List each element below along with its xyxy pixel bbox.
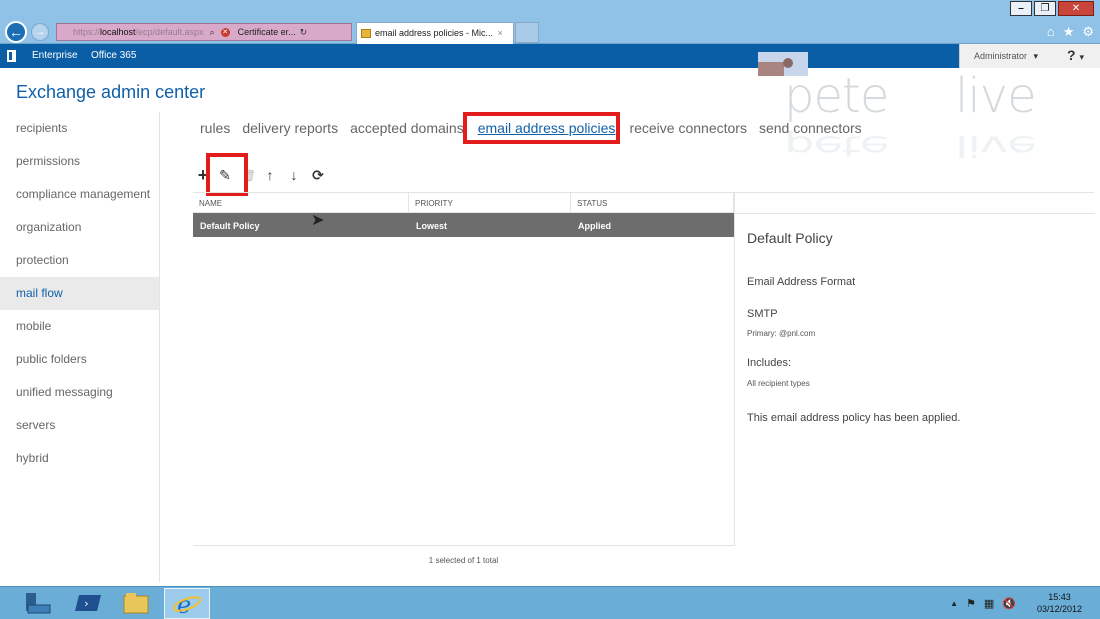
windows-taskbar: › e ▲ ⚑ ▦ 🔇 15:43 03/12/2012 [0, 586, 1100, 619]
tab-receive-connectors[interactable]: receive connectors [629, 120, 747, 136]
tab-send-connectors[interactable]: send connectors [759, 120, 862, 136]
selection-count: 1 selected of 1 total [428, 556, 499, 565]
close-window-button[interactable]: ✕ [1058, 1, 1094, 16]
table-row[interactable]: Default Policy Lowest Applied [193, 213, 734, 237]
policies-table: NAME PRIORITY STATUS Default Policy Lowe… [193, 192, 734, 237]
details-pane: Default Policy Email Address Format SMTP… [734, 192, 1095, 546]
show-hidden-icons-icon[interactable]: ▲ [950, 597, 958, 610]
table-footer-divider [193, 545, 734, 546]
refresh-page-icon[interactable]: ↻ [300, 27, 308, 38]
mouse-cursor-icon: ➤ [311, 212, 325, 229]
email-format-label: Email Address Format [747, 276, 856, 288]
brand-word-pete: pete [784, 68, 889, 124]
nav-item-recipients[interactable]: recipients [0, 112, 159, 145]
brand-logo-dot [783, 58, 793, 68]
favorites-star-icon[interactable]: ★ [1063, 24, 1075, 40]
enterprise-link[interactable]: Enterprise [32, 50, 78, 61]
clock-time: 15:43 [1048, 592, 1071, 602]
column-header-name[interactable]: NAME [193, 193, 409, 212]
nav-item-mail-flow[interactable]: mail flow [0, 277, 159, 310]
clock-date: 03/12/2012 [1036, 604, 1082, 614]
column-header-status[interactable]: STATUS [571, 193, 734, 212]
policy-status-text: This email address policy has been appli… [747, 412, 961, 424]
cell-priority: Lowest [416, 221, 448, 231]
address-bar[interactable]: https://localhost/ecp/default.aspx ⌕ ✕ C… [56, 23, 352, 41]
chevron-down-icon: ▾ [1079, 52, 1084, 62]
tab-close-icon[interactable]: × [498, 28, 503, 38]
back-button[interactable]: ← [5, 21, 27, 43]
address-path: /ecp/default.aspx [135, 27, 204, 37]
nav-item-protection[interactable]: protection [0, 244, 159, 277]
cell-name: Default Policy [200, 221, 260, 231]
help-button[interactable]: ? ▾ [1067, 47, 1084, 63]
settings-gear-icon[interactable]: ⚙ [1082, 24, 1094, 40]
page-title: Exchange admin center [16, 82, 206, 102]
restore-button[interactable]: ❐ [1034, 1, 1056, 16]
action-center-flag-icon[interactable]: ⚑ [966, 597, 976, 610]
table-header: NAME PRIORITY STATUS [193, 192, 734, 213]
address-host: localhost [100, 27, 136, 37]
nav-item-organization[interactable]: organization [0, 211, 159, 244]
file-explorer-icon[interactable] [122, 591, 150, 615]
certificate-error-label[interactable]: Certificate er... [238, 27, 296, 37]
admin-name[interactable]: Administrator ▾ [974, 51, 1038, 62]
column-header-priority[interactable]: PRIORITY [409, 193, 571, 212]
tab-title: email address policies - Mic... [375, 28, 494, 38]
volume-muted-icon[interactable]: 🔇 [1002, 597, 1016, 610]
tab-delivery-reports[interactable]: delivery reports [242, 120, 338, 136]
browser-icons: ⌂ ★ ⚙ [1047, 24, 1094, 40]
move-up-arrow-icon[interactable]: ↑ [258, 167, 282, 183]
brand-logo-bar [758, 62, 784, 76]
office-header-bar: Enterprise Office 365 Administrator ▾ ? … [0, 44, 1100, 68]
minimize-button[interactable]: – [1010, 1, 1032, 16]
left-nav: recipients permissions compliance manage… [0, 112, 160, 582]
server-manager-icon[interactable] [24, 591, 52, 615]
tab-rules[interactable]: rules [200, 120, 230, 136]
refresh-icon[interactable]: ⟳ [306, 167, 330, 184]
details-title: Default Policy [747, 230, 833, 246]
nav-item-hybrid[interactable]: hybrid [0, 442, 159, 475]
home-icon[interactable]: ⌂ [1047, 24, 1055, 40]
new-tab-button[interactable] [515, 22, 539, 43]
network-icon[interactable]: ▦ [984, 597, 994, 610]
admin-menu[interactable]: Administrator ▾ ? ▾ [959, 44, 1100, 68]
highlight-box-edit [206, 153, 248, 196]
svg-text:›: › [83, 597, 90, 610]
svg-text:e: e [177, 591, 191, 618]
includes-value: All recipient types [747, 379, 810, 388]
office-logo-icon [7, 50, 16, 62]
nav-item-compliance-management[interactable]: compliance management [0, 178, 159, 211]
system-tray: ▲ ⚑ ▦ 🔇 [950, 597, 1016, 610]
powershell-icon[interactable]: › [75, 591, 103, 615]
nav-item-servers[interactable]: servers [0, 409, 159, 442]
details-divider [735, 213, 1095, 214]
highlight-box-tab [463, 112, 620, 144]
browser-toolbar: – ❐ ✕ ← → https://localhost/ecp/default.… [0, 0, 1100, 44]
nav-item-public-folders[interactable]: public folders [0, 343, 159, 376]
cell-status: Applied [578, 221, 611, 231]
window-controls: – ❐ ✕ [1010, 1, 1094, 16]
forward-button[interactable]: → [31, 23, 49, 41]
browser-tab-active[interactable]: email address policies - Mic... × [356, 22, 514, 44]
move-down-arrow-icon[interactable]: ↓ [282, 167, 306, 183]
nav-item-unified-messaging[interactable]: unified messaging [0, 376, 159, 409]
certificate-error-icon[interactable]: ✕ [220, 27, 230, 37]
search-icon[interactable]: ⌕ [210, 27, 215, 38]
nav-item-permissions[interactable]: permissions [0, 145, 159, 178]
taskbar-clock[interactable]: 15:43 03/12/2012 [1037, 591, 1082, 615]
includes-label: Includes: [747, 357, 792, 369]
brand-word-live: live [955, 68, 1037, 124]
address-prefix: https:// [73, 27, 101, 37]
tab-favicon-icon [361, 29, 371, 38]
brand-reflection-live: live [955, 129, 1036, 163]
internet-explorer-icon[interactable]: e [164, 588, 210, 619]
chevron-down-icon: ▾ [1033, 51, 1039, 61]
tab-accepted-domains[interactable]: accepted domains [350, 120, 464, 136]
smtp-value: Primary: @pnl.com [747, 329, 816, 338]
smtp-label: SMTP [747, 308, 778, 320]
nav-item-mobile[interactable]: mobile [0, 310, 159, 343]
office365-link[interactable]: Office 365 [91, 50, 136, 61]
